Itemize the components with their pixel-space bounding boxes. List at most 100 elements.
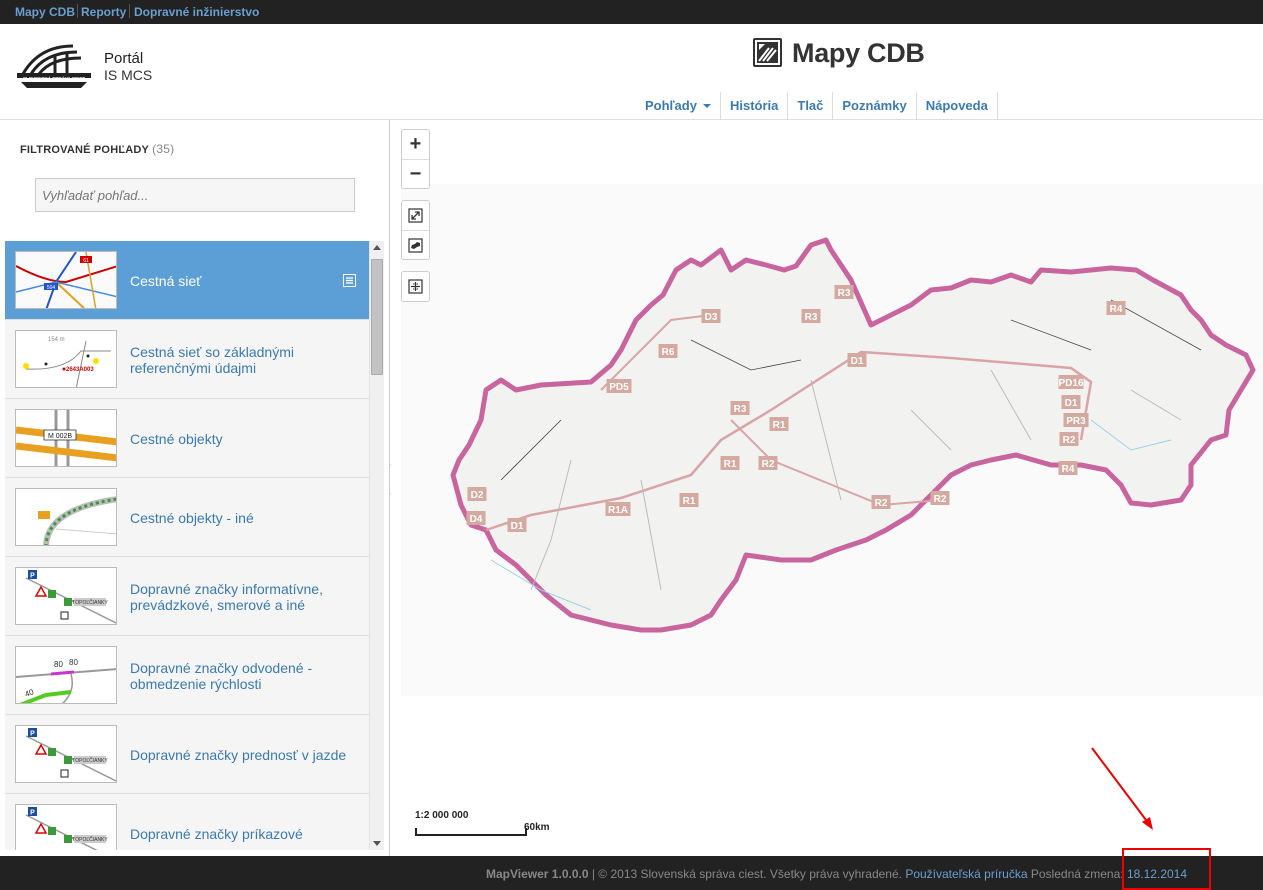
thumb-place: TOPOĽČIANKY	[72, 599, 108, 606]
copyright: | © 2013 Slovenská správa ciest. Všetky …	[588, 867, 906, 881]
zoom-in-button[interactable]: +	[402, 130, 429, 159]
thumb-place: TOPOĽČIANKY	[72, 757, 108, 764]
list-item-label: Cestná sieť so základnými referenčnými ú…	[130, 343, 294, 376]
topbar-link-mapy-cdb[interactable]: Mapy CDB	[15, 5, 75, 19]
zoom-out-button[interactable]: −	[402, 159, 429, 188]
logo-text: SLOVENSKÁ SPRÁVA CIEST	[23, 75, 85, 81]
thumb-road-number: 61	[83, 258, 89, 264]
thumbnail-image: 61 504	[15, 251, 117, 309]
filter-title-text: FILTROVANÉ POHĽADY	[20, 144, 149, 156]
expand-icon	[408, 208, 423, 223]
nav-historia[interactable]: História	[721, 92, 789, 120]
thumbnail-image	[15, 488, 117, 546]
thumb-sign-p: P	[30, 731, 35, 738]
country-extent-icon	[408, 237, 423, 253]
caret-down-icon	[702, 104, 711, 108]
view-control	[401, 200, 430, 260]
mapy-cdb-icon	[753, 38, 782, 67]
scale-ratio: 1:2 000 000	[415, 810, 469, 821]
topbar-link-dopravne-inzinierstvo[interactable]: Dopravné inžinierstvo	[134, 5, 259, 19]
list-item-cestne-objekty[interactable]: M 002B Cestné objekty	[5, 399, 369, 478]
list-item-label: Dopravné značky prednosť v jazde	[130, 746, 347, 763]
road-label: D1	[851, 356, 864, 367]
scroll-down-arrow-icon[interactable]	[373, 841, 381, 846]
app-title: Mapy CDB	[792, 38, 925, 68]
road-label: PD5	[609, 382, 629, 393]
road-label: R2	[762, 459, 775, 470]
road-label: R1	[724, 459, 737, 470]
road-label: R4	[1110, 304, 1123, 315]
road-label: R4	[1062, 464, 1075, 475]
list-scrollbar[interactable]	[369, 241, 384, 850]
main-nav: Pohľady História Tlač Poznámky Nápoveda	[636, 92, 998, 120]
header: SLOVENSKÁ SPRÁVA CIEST Portál IS MCS Map…	[0, 24, 1263, 120]
thumbnail-image: 154 m 2643A003	[15, 330, 117, 388]
ssc-logo[interactable]: SLOVENSKÁ SPRÁVA CIEST	[15, 42, 93, 90]
list-item-label: Cestné objekty - iné	[130, 509, 254, 526]
nav-tlac[interactable]: Tlač	[788, 92, 834, 120]
list-item-znacky-prednost[interactable]: P TOPOĽČIANKY Dopravné značky prednosť v…	[5, 715, 369, 794]
filter-title: FILTROVANÉ POHĽADY (35)	[20, 142, 174, 156]
annotation-highlight-box	[1122, 848, 1211, 890]
road-label: D2	[471, 490, 484, 501]
top-bar: Mapy CDB Reporty Dopravné inžinierstvo	[0, 0, 1263, 24]
thumb-speed: 80	[54, 660, 63, 669]
thumb-ref-code: 2643A003	[66, 367, 94, 373]
road-label: D1	[511, 521, 524, 532]
select-control	[401, 271, 430, 302]
filter-count: (35)	[152, 142, 175, 156]
road-label: R3	[734, 404, 747, 415]
road-label: R2	[875, 498, 888, 509]
road-label: D1	[1065, 398, 1078, 409]
thumbnail-image: M 002B	[15, 409, 117, 467]
road-label: R1	[773, 420, 786, 431]
nav-pohlady[interactable]: Pohľady	[636, 92, 721, 120]
user-manual-link[interactable]: Používateľská príručka	[905, 867, 1027, 881]
road-label: D3	[705, 312, 718, 323]
sidebar: FILTROVANÉ POHĽADY (35) 61 504 Cestná	[0, 120, 390, 856]
thumb-road-number: 504	[47, 285, 56, 291]
list-item-znacky-prikazove[interactable]: P TOPOĽČIANKY Dopravné značky príkazové	[5, 794, 369, 850]
scroll-up-arrow-icon[interactable]	[373, 245, 381, 250]
thumb-distance: 154 m	[48, 337, 65, 343]
list-item-label: Dopravné značky informatívne, prevádzkov…	[130, 580, 323, 613]
thumbnail-image: 80 80 40	[15, 646, 117, 704]
thumb-sign-p: P	[30, 810, 35, 817]
list-item-znacky-informativne[interactable]: P TOPOĽČIANKY Dopravné značky informatív…	[5, 557, 369, 636]
nav-napoveda[interactable]: Nápoveda	[917, 92, 998, 120]
road-label: R3	[805, 312, 818, 323]
nav-label: Pohľady	[645, 98, 697, 113]
road-label: R6	[662, 347, 675, 358]
full-extent-button[interactable]	[402, 230, 429, 259]
fullscreen-button[interactable]	[402, 201, 429, 230]
list-item-cestne-objekty-ine[interactable]: Cestné objekty - iné	[5, 478, 369, 557]
road-label: PR3	[1066, 416, 1086, 427]
map-view[interactable]: D3 R3 R3 R4 R6 D1 PD5 PD16 D1 R3 PR3 R1 R2 R1 R2 R4 D2 R1…	[391, 120, 1263, 856]
last-change-label: Posledná zmena:	[1027, 867, 1127, 881]
topbar-link-reporty[interactable]: Reporty	[81, 5, 126, 19]
list-item-znacky-rychlost[interactable]: 80 80 40 Dopravné značky odvodené - obme…	[5, 636, 369, 715]
road-label: PD16	[1058, 378, 1083, 389]
list-item-cestna-siet-referencne[interactable]: 154 m 2643A003 Cestná sieť so základnými…	[5, 320, 369, 399]
thumbnail-image: P TOPOĽČIANKY	[15, 804, 117, 850]
scroll-thumb[interactable]	[371, 259, 383, 375]
list-item-label: Dopravné značky odvodené - obmedzenie rý…	[130, 659, 313, 692]
topbar-separator	[129, 4, 130, 18]
map-canvas[interactable]: D3 R3 R3 R4 R6 D1 PD5 PD16 D1 R3 PR3 R1 R2 R1 R2 R4 D2 R1…	[391, 120, 1263, 856]
list-item-label: Cestná sieť	[130, 272, 202, 289]
list-menu-icon[interactable]	[343, 274, 356, 287]
crosshair-icon	[408, 279, 423, 294]
zoom-to-selection-button[interactable]	[402, 272, 429, 301]
scale-distance: 60km	[524, 822, 550, 833]
road-label: R3	[838, 288, 851, 299]
footer-text: MapViewer 1.0.0.0 | © 2013 Slovenská spr…	[486, 867, 1187, 881]
topbar-separator	[77, 4, 78, 18]
search-views-input[interactable]	[35, 178, 355, 212]
thumb-object-code: M 002B	[48, 433, 72, 440]
list-item-cestna-siet[interactable]: 61 504 Cestná sieť	[5, 241, 369, 320]
views-list: 61 504 Cestná sieť 154 m 2643A003 Cestná…	[5, 241, 369, 850]
scale-bar	[415, 828, 527, 836]
road-label: R2	[1063, 435, 1076, 446]
nav-poznamky[interactable]: Poznámky	[833, 92, 917, 120]
portal-title: Portál	[104, 50, 144, 67]
